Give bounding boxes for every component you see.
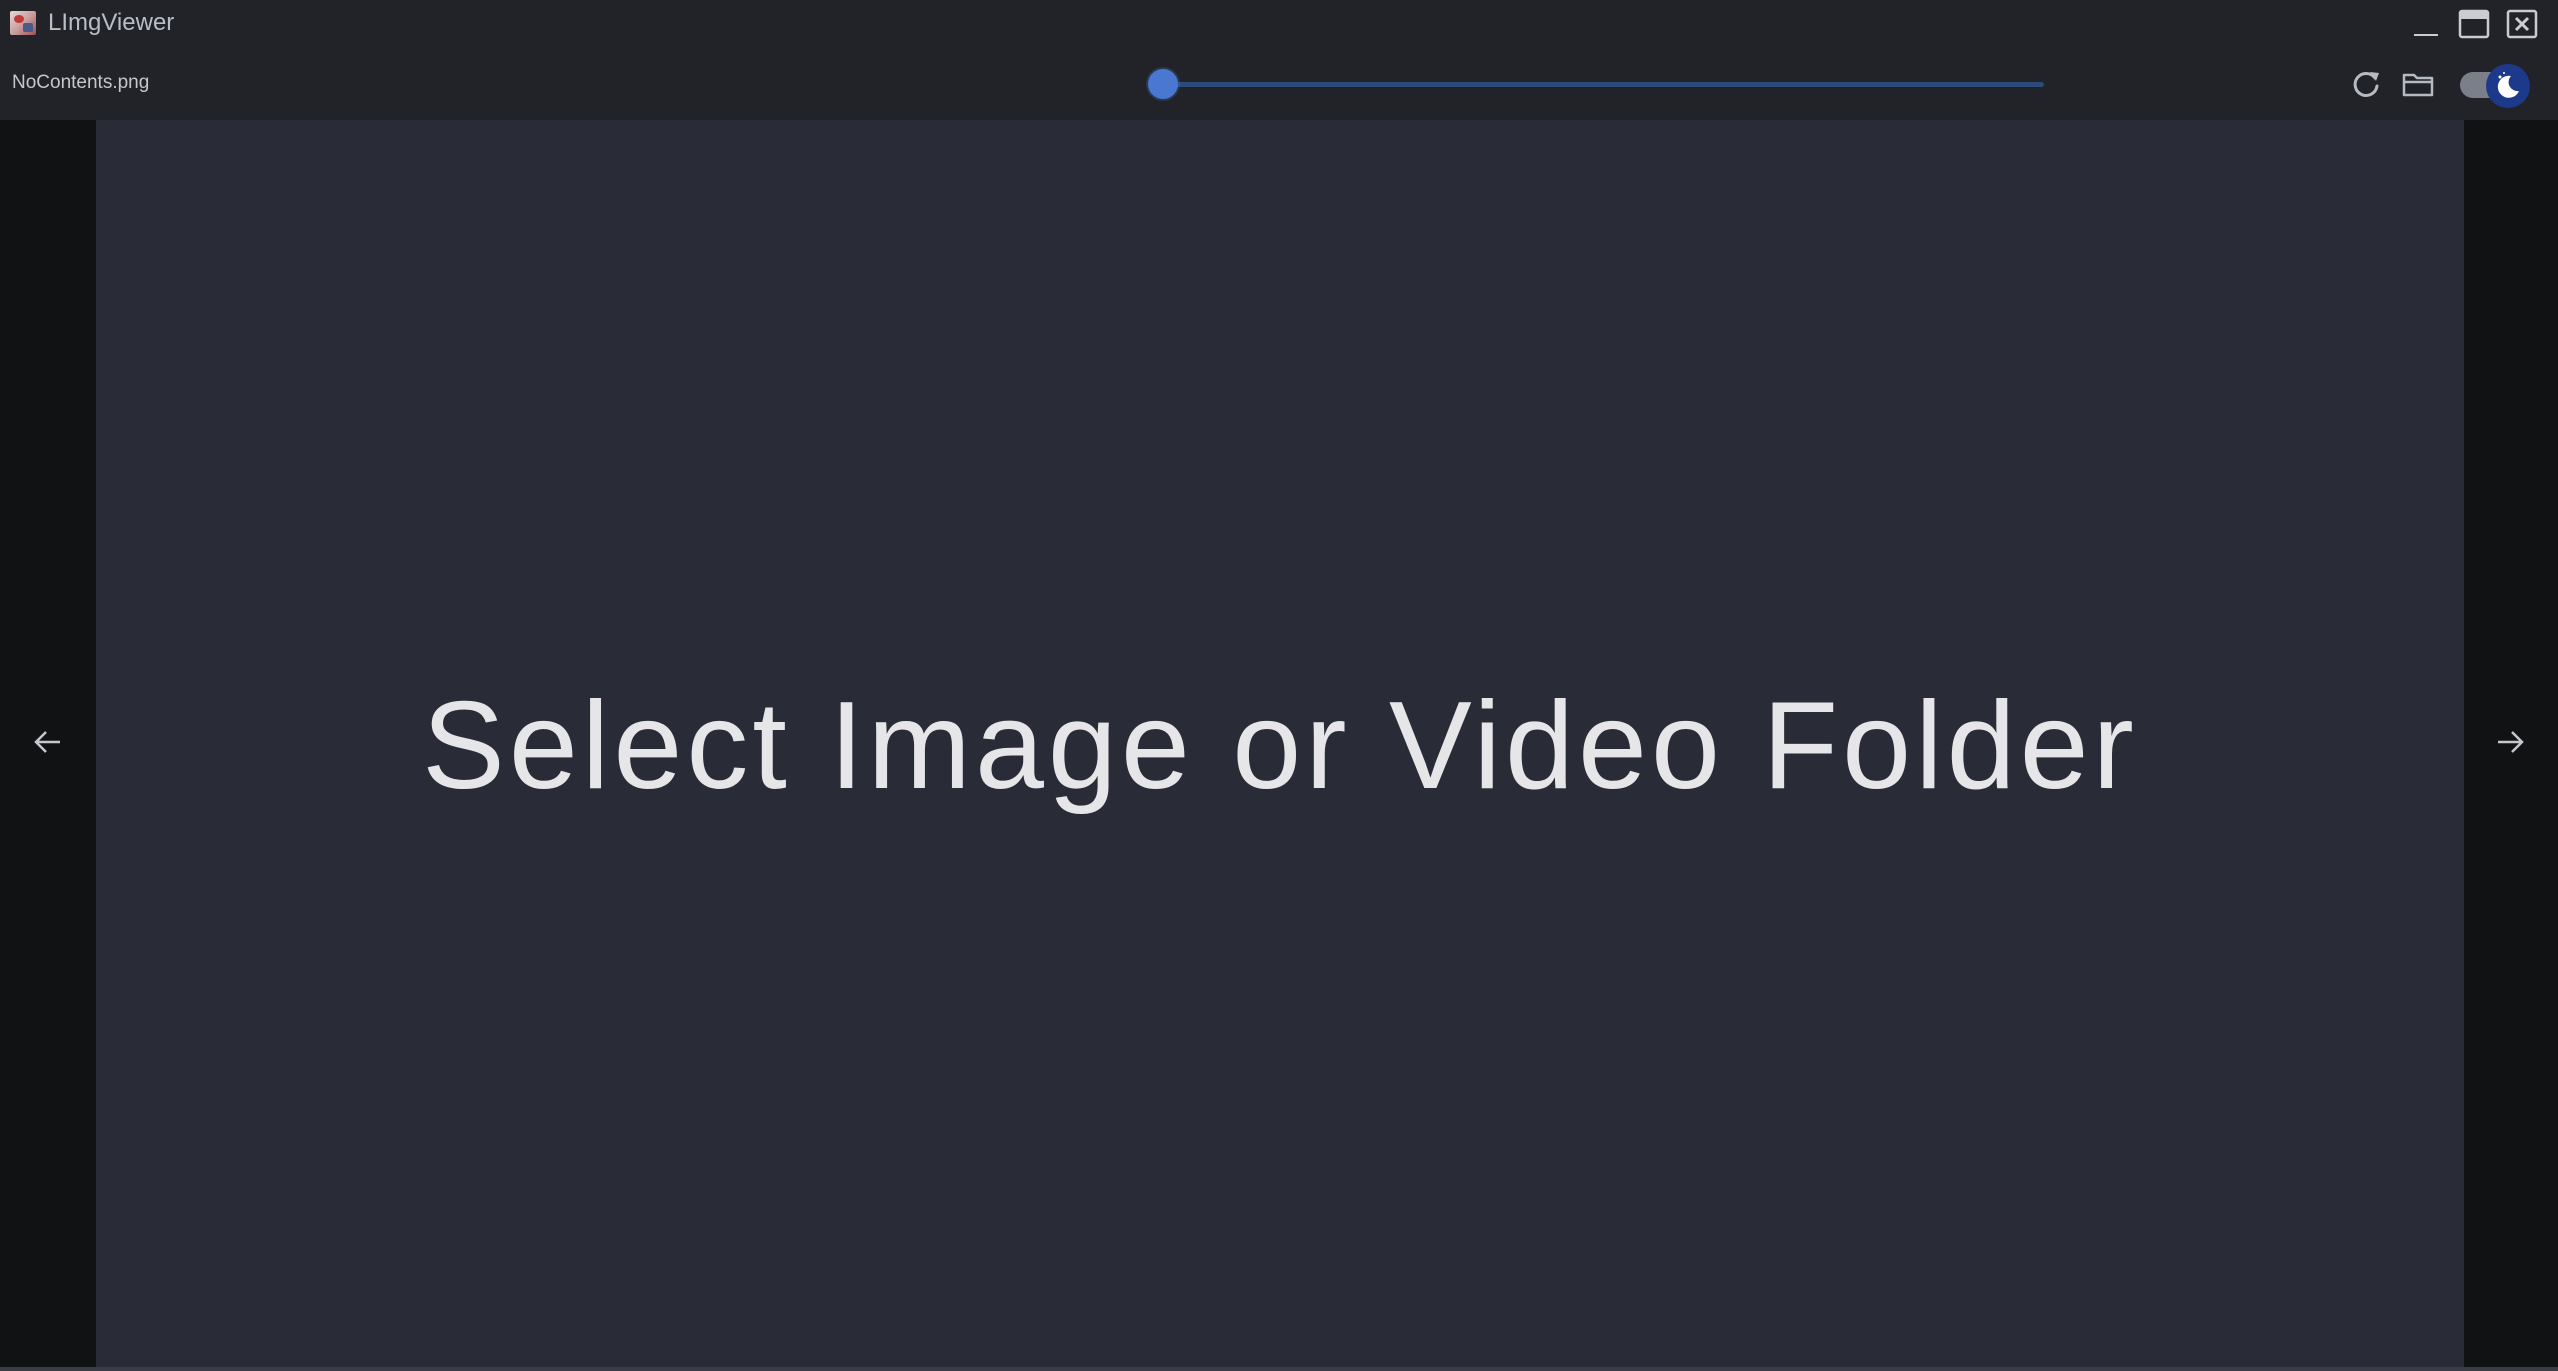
minimize-button[interactable] xyxy=(2410,8,2442,40)
image-viewport[interactable]: Select Image or Video Folder xyxy=(96,120,2464,1367)
toggle-thumb[interactable] xyxy=(2486,64,2530,108)
refresh-icon xyxy=(2353,71,2379,97)
empty-state-message[interactable]: Select Image or Video Folder xyxy=(96,676,2464,816)
maximize-icon xyxy=(2458,9,2490,39)
prev-button[interactable] xyxy=(30,724,66,760)
next-button[interactable] xyxy=(2492,724,2528,760)
slider-track[interactable] xyxy=(1162,82,2044,87)
arrow-left-icon xyxy=(34,731,60,753)
minimize-icon xyxy=(2414,34,2438,36)
moon-icon xyxy=(2497,72,2519,98)
image-index-slider[interactable] xyxy=(1148,68,2044,100)
theme-toggle[interactable] xyxy=(2458,64,2532,108)
arrow-right-icon xyxy=(2498,731,2524,753)
close-icon xyxy=(2506,9,2538,39)
close-button[interactable] xyxy=(2506,8,2538,40)
maximize-button[interactable] xyxy=(2458,8,2490,40)
app-window: LImgViewer NoContents.png Select Image o… xyxy=(0,0,2558,1371)
next-panel[interactable] xyxy=(2464,120,2558,1367)
folder-open-icon xyxy=(2402,73,2434,97)
app-icon xyxy=(10,11,36,35)
title-bar[interactable]: LImgViewer xyxy=(0,0,2558,46)
toolbar: NoContents.png xyxy=(0,46,2558,120)
refresh-button[interactable] xyxy=(2348,66,2384,102)
prev-panel[interactable] xyxy=(0,120,96,1367)
bottom-border xyxy=(0,1367,2558,1371)
slider-thumb[interactable] xyxy=(1148,69,1178,99)
open-folder-button[interactable] xyxy=(2400,66,2436,102)
current-filename: NoContents.png xyxy=(12,72,150,93)
window-title: LImgViewer xyxy=(48,9,175,36)
